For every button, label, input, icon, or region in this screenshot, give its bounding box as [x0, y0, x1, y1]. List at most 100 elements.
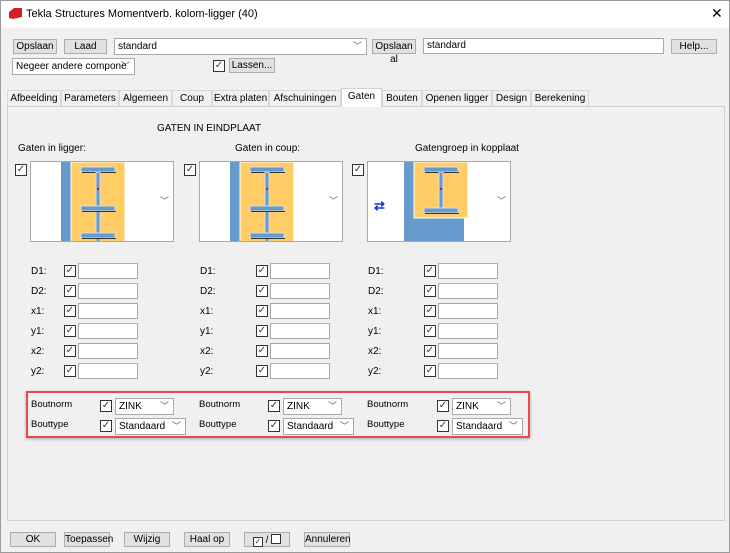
field-label: y2: — [31, 366, 45, 377]
preset-value: standard — [118, 41, 157, 52]
field-label: y1: — [31, 326, 45, 337]
chevron-down-icon: ﹀ — [496, 196, 506, 206]
tab-algemeen[interactable]: Algemeen — [119, 90, 172, 106]
field-checkbox[interactable]: ✓ — [64, 325, 76, 337]
tab-coup[interactable]: Coup — [172, 90, 212, 106]
field-checkbox[interactable]: ✓ — [424, 265, 436, 277]
field-input[interactable] — [78, 323, 138, 339]
field-label: D1: — [200, 266, 216, 277]
field-input[interactable] — [438, 323, 498, 339]
field-checkbox[interactable]: ✓ — [424, 365, 436, 377]
tab-bouten[interactable]: Bouten — [382, 90, 422, 106]
tab-afschuiningen[interactable]: Afschuiningen — [269, 90, 341, 106]
tab-openen-ligger[interactable]: Openen ligger — [422, 90, 492, 106]
window-title: Tekla Structures Momentverb. kolom-ligge… — [26, 8, 258, 20]
field-checkbox[interactable]: ✓ — [424, 345, 436, 357]
field-label: x2: — [31, 346, 45, 357]
modify-button[interactable]: Wijzig — [124, 532, 170, 547]
chevron-down-icon: ﹀ — [120, 61, 130, 71]
get-button[interactable]: Haal op — [184, 532, 230, 547]
picture-select-i-beam-full[interactable]: ﹀ — [199, 161, 343, 242]
field-input[interactable] — [78, 343, 138, 359]
field-input[interactable] — [438, 303, 498, 319]
field-input[interactable] — [270, 303, 330, 319]
apply-button[interactable]: Toepassen — [64, 532, 113, 547]
picture-checkbox[interactable]: ✓ — [184, 164, 196, 176]
field-label: x1: — [368, 306, 382, 317]
field-label: x2: — [368, 346, 382, 357]
swap-arrows-icon[interactable]: ⇄ — [374, 198, 385, 214]
column-title: Gaten in ligger: — [18, 143, 86, 154]
field-checkbox[interactable]: ✓ — [256, 345, 268, 357]
save-button[interactable]: Opslaan — [13, 39, 57, 54]
cancel-button[interactable]: Annuleren — [304, 532, 351, 547]
save-as-input[interactable]: standard — [423, 38, 664, 54]
field-input[interactable] — [78, 303, 138, 319]
field-input[interactable] — [438, 263, 498, 279]
tab-berekening[interactable]: Berekening — [531, 90, 589, 106]
tab-afbeelding[interactable]: Afbeelding — [7, 90, 61, 106]
unchecked-icon — [271, 534, 282, 544]
title-bar: Tekla Structures Momentverb. kolom-ligge… — [1, 1, 729, 28]
tab-design[interactable]: Design — [492, 90, 531, 106]
ok-button[interactable]: OK — [10, 532, 56, 547]
close-icon[interactable]: ✕ — [711, 5, 723, 22]
field-label: x2: — [200, 346, 214, 357]
field-input[interactable] — [270, 363, 330, 379]
field-label: y1: — [368, 326, 382, 337]
checked-icon: ✓ — [252, 537, 263, 547]
field-label: x1: — [31, 306, 45, 317]
field-input[interactable] — [438, 343, 498, 359]
picture-checkbox[interactable]: ✓ — [352, 164, 364, 176]
field-checkbox[interactable]: ✓ — [424, 325, 436, 337]
field-input[interactable] — [270, 263, 330, 279]
field-input[interactable] — [270, 283, 330, 299]
field-input[interactable] — [438, 363, 498, 379]
field-label: x1: — [200, 306, 214, 317]
field-checkbox[interactable]: ✓ — [424, 305, 436, 317]
welds-button[interactable]: Lassen... — [229, 58, 275, 73]
field-checkbox[interactable]: ✓ — [256, 305, 268, 317]
section-title: GATEN IN EINDPLAAT — [157, 123, 262, 134]
field-checkbox[interactable]: ✓ — [64, 305, 76, 317]
save-as-button[interactable]: Opslaan al — [372, 39, 416, 65]
field-checkbox[interactable]: ✓ — [64, 345, 76, 357]
field-checkbox[interactable]: ✓ — [256, 325, 268, 337]
field-input[interactable] — [270, 323, 330, 339]
column-title: Gaten in coup: — [235, 143, 301, 154]
dialog-window: Tekla Structures Momentverb. kolom-ligge… — [0, 0, 730, 553]
field-label: y1: — [200, 326, 214, 337]
field-input[interactable] — [78, 263, 138, 279]
chevron-down-icon: ﹀ — [328, 196, 338, 206]
i-beam-picture — [404, 162, 469, 241]
field-input[interactable] — [438, 283, 498, 299]
field-checkbox[interactable]: ✓ — [256, 265, 268, 277]
field-checkbox[interactable]: ✓ — [64, 265, 76, 277]
field-checkbox[interactable]: ✓ — [64, 285, 76, 297]
preset-select[interactable]: standard ﹀ — [114, 38, 367, 55]
field-label: D2: — [368, 286, 384, 297]
i-beam-picture — [230, 162, 295, 241]
tab-gaten[interactable]: Gaten — [341, 88, 382, 107]
picture-checkbox[interactable]: ✓ — [15, 164, 27, 176]
welds-checkbox[interactable]: ✓ — [213, 60, 225, 72]
field-input[interactable] — [78, 363, 138, 379]
field-checkbox[interactable]: ✓ — [64, 365, 76, 377]
field-label: y2: — [200, 366, 214, 377]
picture-select-i-beam-full[interactable]: ﹀ — [30, 161, 174, 242]
load-button[interactable]: Laad — [64, 39, 107, 54]
filter-select[interactable]: Negeer andere compone ﹀ — [12, 58, 135, 75]
i-beam-picture — [61, 162, 126, 241]
field-checkbox[interactable]: ✓ — [256, 285, 268, 297]
filter-value: Negeer andere compone — [16, 61, 127, 72]
field-input[interactable] — [270, 343, 330, 359]
tab-parameters[interactable]: Parameters — [61, 90, 119, 106]
field-checkbox[interactable]: ✓ — [256, 365, 268, 377]
tab-extra-platen[interactable]: Extra platen — [212, 90, 269, 106]
field-input[interactable] — [78, 283, 138, 299]
highlight-box — [26, 391, 530, 438]
help-button[interactable]: Help... — [671, 39, 717, 54]
toggle-all-button[interactable]: ✓ / — [244, 532, 290, 547]
picture-select-i-beam-top-swap[interactable]: ⇄ ﹀ — [367, 161, 511, 242]
field-checkbox[interactable]: ✓ — [424, 285, 436, 297]
